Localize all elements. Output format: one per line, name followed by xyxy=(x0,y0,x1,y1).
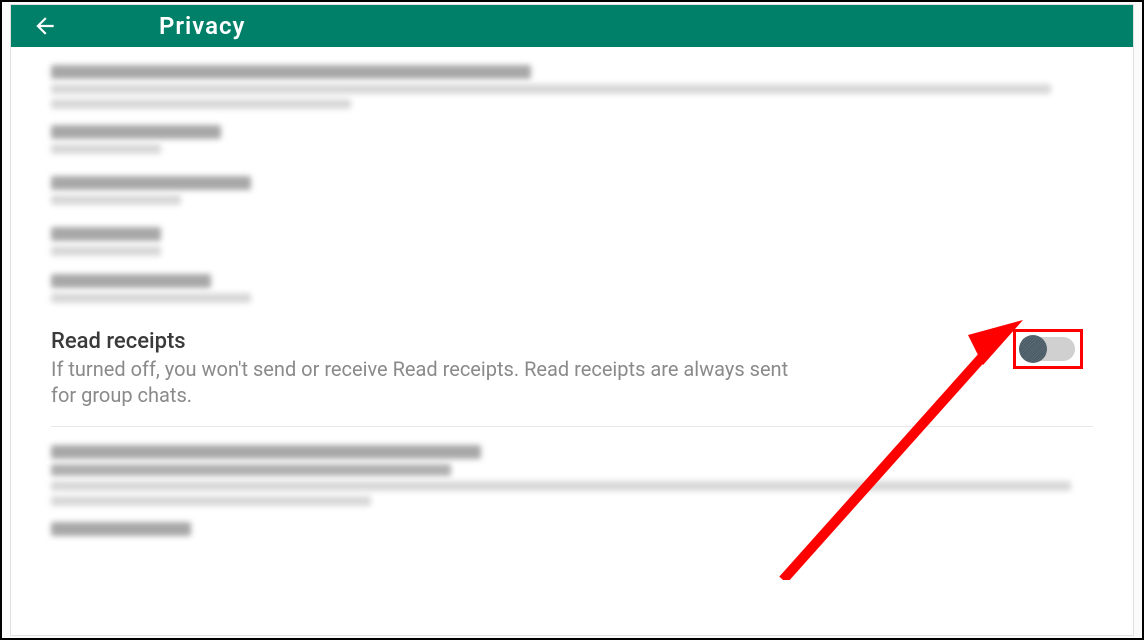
setting-item-blurred[interactable] xyxy=(51,65,1093,109)
setting-item-blurred[interactable] xyxy=(51,522,1093,536)
read-receipts-setting: Read receipts If turned off, you won't s… xyxy=(51,319,1093,427)
screen-content: Privacy xyxy=(10,4,1134,636)
settings-list: Read receipts If turned off, you won't s… xyxy=(11,47,1133,570)
read-receipts-toggle[interactable] xyxy=(1021,337,1075,361)
setting-item-blurred[interactable] xyxy=(51,125,1093,154)
setting-item-blurred[interactable] xyxy=(51,176,1093,205)
page-title: Privacy xyxy=(159,12,245,40)
setting-item-blurred[interactable] xyxy=(51,274,1093,303)
app-header: Privacy xyxy=(11,5,1133,47)
read-receipts-title: Read receipts xyxy=(51,329,801,354)
toggle-knob xyxy=(1019,335,1047,363)
read-receipts-description: If turned off, you won't send or receive… xyxy=(51,356,801,408)
app-window: Privacy xyxy=(0,0,1144,640)
read-receipts-text-block: Read receipts If turned off, you won't s… xyxy=(51,329,801,408)
back-button[interactable] xyxy=(31,12,59,40)
annotation-highlight-box xyxy=(1013,329,1083,369)
back-arrow-icon xyxy=(32,13,58,39)
setting-item-blurred[interactable] xyxy=(51,445,1093,506)
setting-item-blurred[interactable] xyxy=(51,227,1093,256)
